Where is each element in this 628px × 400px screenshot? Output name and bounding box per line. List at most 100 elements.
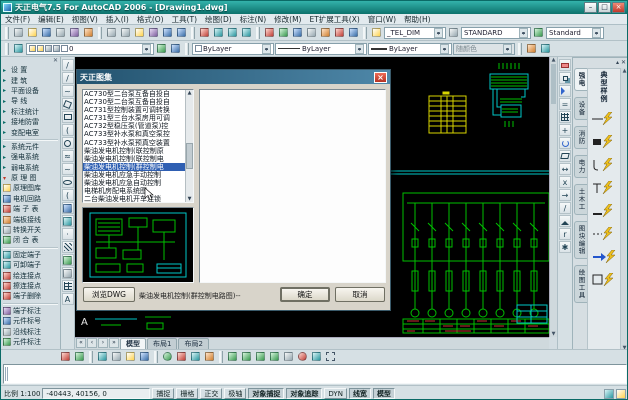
sample-bar-bolt-icon[interactable] (591, 204, 617, 218)
sidebar-group-system-components[interactable]: ▸系统元件 (1, 142, 60, 152)
scroll-down-icon[interactable]: ▼ (550, 331, 557, 337)
line-icon[interactable]: / (62, 59, 74, 71)
disable-icon[interactable] (175, 350, 188, 363)
sample-device-bolt-icon[interactable] (591, 135, 617, 149)
sidebar-group-substation[interactable]: ▸变配电室 (1, 127, 60, 137)
layer-previous-icon[interactable] (169, 42, 182, 55)
help-icon[interactable] (347, 26, 360, 39)
pan-icon[interactable] (198, 26, 211, 39)
palette-tab-equipment[interactable]: 设备 (574, 97, 587, 120)
gradient-icon[interactable] (62, 254, 74, 266)
sidebar-group-weak-electric[interactable]: ▸弱电系统 (1, 163, 60, 173)
layer-lock-all-icon[interactable] (124, 350, 137, 363)
polygon-icon[interactable] (62, 98, 74, 110)
minimize-button[interactable]: – (584, 2, 597, 13)
layer-on-off-icon[interactable] (96, 350, 109, 363)
ortho-toggle[interactable]: 正交 (200, 388, 222, 399)
sidebar-item-fixed-terminal[interactable]: 固定端子 (1, 250, 60, 260)
palette-scrollbar[interactable]: ▲ ▼ (621, 68, 628, 351)
dim-style-select[interactable]: _TEL_DIM▾ (384, 27, 446, 39)
chevron-down-icon[interactable]: ▾ (142, 44, 151, 54)
otrack-toggle[interactable]: 对象追踪 (286, 388, 322, 399)
sample-wire-bolt-icon[interactable] (591, 112, 617, 126)
sidebar-group-schematic[interactable]: ▾原 理 图 (1, 173, 60, 183)
model-space-toggle[interactable]: 模型 (373, 388, 395, 399)
scale-icon[interactable] (559, 150, 571, 162)
pin-icon[interactable]: ▴ (616, 59, 619, 67)
tool-palettes-icon[interactable] (291, 26, 304, 39)
circle-icon[interactable] (62, 137, 74, 149)
menu-tools[interactable]: 工具(T) (168, 14, 201, 25)
markup-icon[interactable] (319, 26, 332, 39)
polar-toggle[interactable]: 极轴 (224, 388, 246, 399)
menu-et-tools[interactable]: ET扩展工具(X) (305, 14, 363, 25)
move-icon[interactable]: + (559, 124, 571, 136)
text-style-select[interactable]: STANDARD▾ (461, 27, 531, 39)
list-scrollbar[interactable]: ▲ ▼ (185, 90, 193, 202)
toolbar-grip[interactable] (191, 27, 195, 39)
list-item[interactable]: 柴油发电机应急自动控制 (83, 179, 193, 187)
tab-layout2[interactable]: 布局2 (178, 338, 208, 349)
sheet-set-manager-icon[interactable] (305, 26, 318, 39)
palette-tab-block-edit[interactable]: 图块编辑 (574, 221, 587, 259)
toolbar-grip[interactable] (363, 27, 367, 39)
sidebar-group-plan-equipment[interactable]: ▸平面设备 (1, 86, 60, 96)
sample-tee-bolt-icon[interactable] (591, 181, 617, 195)
toolbar-grip[interactable] (256, 27, 260, 39)
offset-icon[interactable]: = (559, 98, 571, 110)
preview-thumbnail[interactable] (82, 207, 194, 283)
layer-manager-icon[interactable] (59, 350, 72, 363)
erase-icon[interactable] (559, 59, 571, 71)
lineweight-select[interactable]: ByLayer▾ (368, 43, 452, 55)
sidebar-item-erase-connection[interactable]: 擦连接点 (1, 281, 60, 291)
table-icon[interactable] (62, 280, 74, 292)
menu-modify[interactable]: 修改(M) (270, 14, 305, 25)
cancel-button[interactable]: 取消 (335, 287, 385, 302)
sidebar-group-settings[interactable]: ▸设 置 (1, 65, 60, 75)
sidebar-group-architecture[interactable]: ▸建 筑 (1, 75, 60, 85)
plot-icon[interactable] (54, 26, 67, 39)
layer-freeze-icon[interactable] (37, 45, 44, 52)
cut-icon[interactable] (105, 26, 118, 39)
table-style-select[interactable]: Standard▾ (546, 27, 604, 39)
undo-icon[interactable] (161, 26, 174, 39)
tz-view-tool-icon[interactable] (539, 42, 552, 55)
sidebar-item-delete-terminal[interactable]: 端子删除 (1, 291, 60, 301)
pick-point-icon[interactable] (189, 350, 202, 363)
sidebar-item-terminal-wiring[interactable]: 端板接线 (1, 214, 60, 224)
trim-icon[interactable]: x (559, 176, 571, 188)
polyline-icon[interactable]: ~ (62, 85, 74, 97)
properties-icon[interactable] (263, 26, 276, 39)
construction-line-icon[interactable]: / (62, 72, 74, 84)
menu-view[interactable]: 视图(V) (68, 14, 102, 25)
sample-box-bolt-icon[interactable] (591, 273, 617, 287)
ellipse-arc-icon[interactable]: ( (62, 189, 74, 201)
menu-file[interactable]: 文件(F) (1, 14, 34, 25)
locate-icon[interactable] (296, 350, 309, 363)
point-icon[interactable]: · (62, 228, 74, 240)
array-icon[interactable] (559, 111, 571, 123)
ok-button[interactable]: 确定 (280, 287, 330, 302)
quickcalc-icon[interactable] (333, 26, 346, 39)
chevron-down-icon[interactable]: ▾ (434, 28, 443, 38)
layer-lock-icon[interactable] (45, 45, 52, 52)
chevron-down-icon[interactable]: ▾ (262, 44, 271, 54)
align-top-icon[interactable] (240, 350, 253, 363)
menu-dimension[interactable]: 标注(N) (236, 14, 270, 25)
sidebar-group-annotation-stats[interactable]: ▸标注统计 (1, 107, 60, 117)
break-icon[interactable]: / (559, 202, 571, 214)
curve-tool-icon[interactable] (203, 350, 216, 363)
menu-insert[interactable]: 插入(I) (102, 14, 133, 25)
box-select-icon[interactable] (324, 350, 337, 363)
tab-model[interactable]: 模型 (120, 338, 146, 349)
redo-icon[interactable] (175, 26, 188, 39)
list-item[interactable]: AC733型补水泵和真空泵控 (83, 130, 193, 138)
sidebar-item-component-number[interactable]: 元件标号 (1, 316, 60, 326)
sidebar-item-transfer-switch[interactable]: 转换开关 (1, 225, 60, 235)
scrollbar-thumb[interactable] (551, 64, 556, 104)
dim-style-icon[interactable] (370, 26, 383, 39)
toolbar-grip[interactable] (5, 27, 9, 39)
dialog-title-bar[interactable]: 天正图集 × (77, 70, 390, 84)
lock-icon[interactable] (616, 389, 626, 399)
first-tab-icon[interactable]: « (76, 338, 86, 348)
